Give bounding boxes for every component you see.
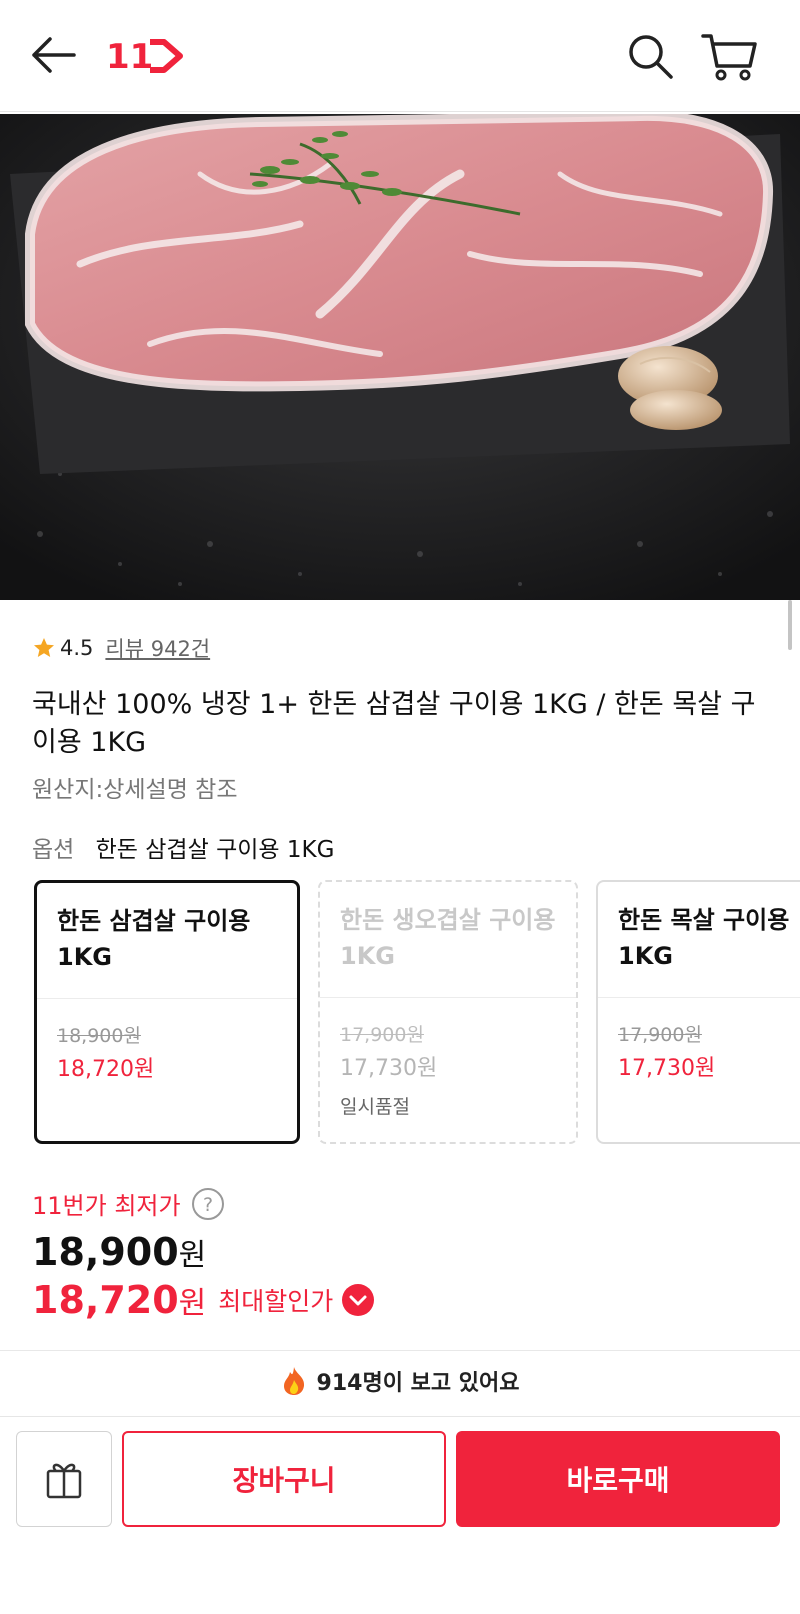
- currency-unit: 원: [178, 1286, 207, 1321]
- product-title: 국내산 100% 냉장 1+ 한돈 삼겹살 구이용 1KG / 한돈 목살 구이…: [32, 689, 756, 758]
- option-name: 한돈 생오겹살 구이용 1KG: [340, 906, 556, 970]
- logo[interactable]: 11: [106, 36, 186, 77]
- review-count-link[interactable]: 리뷰 942건: [105, 633, 210, 663]
- card-divider: [37, 998, 297, 999]
- back-arrow-icon: [32, 37, 76, 73]
- option-original-price: 17,900원: [618, 1024, 702, 1046]
- gift-button[interactable]: [16, 1431, 112, 1527]
- option-card[interactable]: 한돈 목살 구이용 1KG 17,900원 17,730원: [596, 880, 800, 1144]
- currency-unit: 원: [178, 1238, 207, 1273]
- add-to-cart-button[interactable]: 장바구니: [122, 1431, 446, 1527]
- viewer-count-text: 914명이 보고 있어요: [316, 1371, 520, 1396]
- option-sale-price: 17,730원: [340, 1056, 438, 1081]
- search-icon: [629, 35, 673, 79]
- rating-row: 4.5 리뷰 942건: [32, 632, 210, 664]
- card-divider: [320, 997, 576, 998]
- product-origin: 원산지:상세설명 참조: [32, 777, 238, 803]
- option-name: 한돈 목살 구이용 1KG: [618, 906, 790, 970]
- star-icon: [34, 638, 54, 657]
- rating-value: 4.5: [60, 636, 94, 660]
- back-button[interactable]: [26, 32, 80, 78]
- original-price-amount: 18,900: [32, 1230, 179, 1274]
- bottom-action-bar: 장바구니 바로구매: [0, 1416, 800, 1614]
- option-summary: 옵션 한돈 삼겹살 구이용 1KG: [32, 830, 334, 864]
- card-divider: [598, 997, 800, 998]
- search-button[interactable]: [624, 30, 676, 82]
- help-icon[interactable]: ?: [191, 1187, 225, 1221]
- buy-now-button[interactable]: 바로구매: [456, 1431, 780, 1527]
- cart-button[interactable]: [700, 28, 758, 84]
- logo-mark-icon: [150, 39, 183, 73]
- svg-text:?: ?: [203, 1194, 213, 1216]
- lowest-price-label: 11번가 최저가: [32, 1192, 181, 1220]
- sale-price: 18,720원: [32, 1278, 206, 1322]
- app-header: 11: [0, 0, 800, 112]
- option-original-price: 18,900원: [57, 1025, 141, 1047]
- option-card-sold-out[interactable]: 한돈 생오겹살 구이용 1KG 17,900원 17,730원 일시품절: [318, 880, 578, 1144]
- option-card-selected[interactable]: 한돈 삼겹살 구이용 1KG 18,900원 18,720원: [34, 880, 300, 1144]
- live-viewers-banner: 914명이 보고 있어요: [0, 1352, 800, 1410]
- option-sale-price: 17,730원: [618, 1056, 716, 1081]
- section-divider: [0, 1350, 800, 1351]
- product-photo: [0, 114, 800, 600]
- sale-price-amount: 18,720: [32, 1278, 179, 1322]
- option-original-price: 17,900원: [340, 1024, 424, 1046]
- cart-icon: [701, 34, 757, 81]
- sold-out-badge: 일시품절: [340, 1096, 410, 1118]
- option-selected-value: 한돈 삼겹살 구이용 1KG: [95, 837, 335, 863]
- option-sale-price: 18,720원: [57, 1057, 155, 1082]
- product-image-carousel[interactable]: [0, 114, 800, 600]
- chevron-down-icon[interactable]: [341, 1283, 375, 1317]
- scrollbar[interactable]: [788, 600, 792, 650]
- option-name: 한돈 삼겹살 구이용 1KG: [57, 907, 251, 971]
- max-discount-label: 최대할인가: [218, 1287, 334, 1316]
- logo-text: 11: [106, 37, 153, 76]
- sale-price-row: 18,720원 최대할인가: [32, 1278, 375, 1322]
- fire-icon: [283, 1367, 304, 1395]
- gift-icon: [46, 1463, 82, 1499]
- original-price: 18,900원: [32, 1230, 206, 1274]
- option-label: 옵션: [32, 837, 75, 863]
- lowest-price-row: 11번가 최저가 ?: [32, 1186, 225, 1221]
